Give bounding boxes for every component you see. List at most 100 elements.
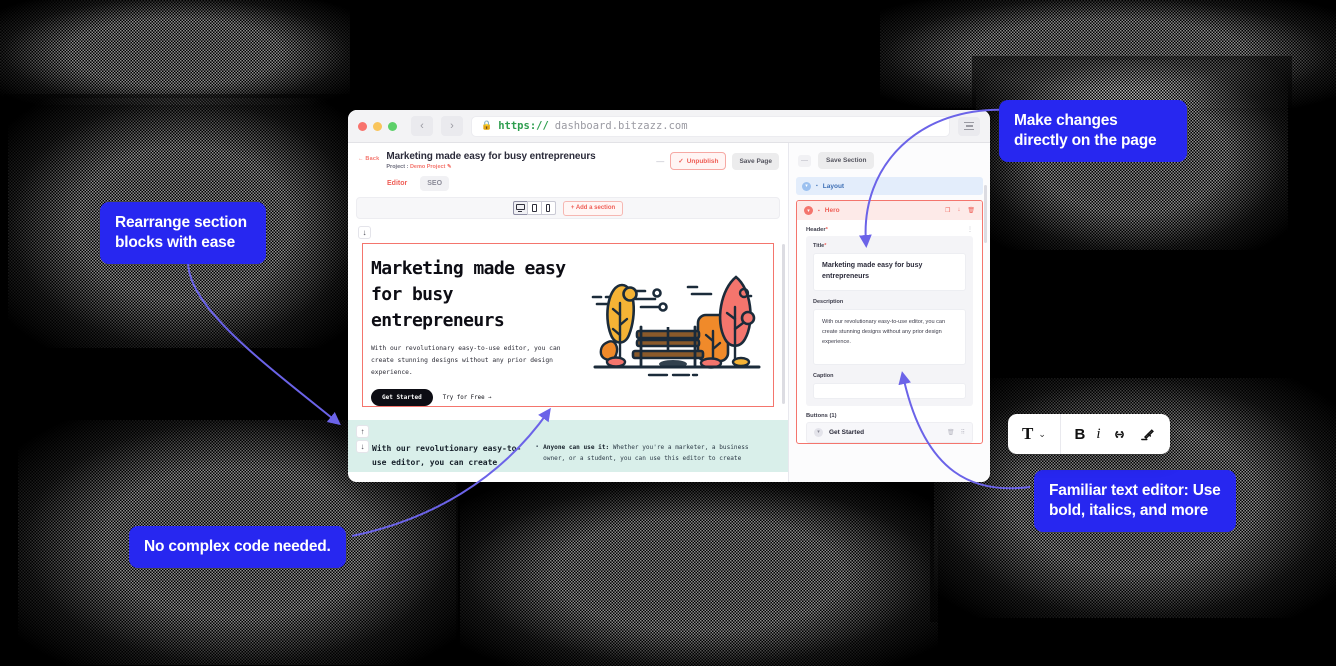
project-line: Project : Demo Project ✎ [386, 164, 595, 170]
header-field-label: Header* [806, 226, 828, 233]
title-label: Title* [813, 243, 827, 249]
plus-icon: + [570, 205, 575, 211]
more-options-icon[interactable]: ⋮ [967, 226, 973, 233]
tablet-view-button[interactable] [526, 201, 542, 215]
hamburger-menu-icon[interactable] [958, 116, 980, 136]
lock-icon: 🔒 [481, 121, 493, 131]
layout-accordion[interactable]: ▾ ▪ Layout [796, 177, 983, 195]
description-input[interactable]: With our revolutionary easy-to-use edito… [813, 308, 966, 365]
add-section-button[interactable]: + Add a section [562, 200, 624, 216]
callout-make-changes: Make changes directly on the page [999, 100, 1187, 162]
hero-card-title: Hero [824, 207, 840, 214]
layout-label: Layout [822, 182, 845, 190]
format-buttons: B i [1061, 426, 1170, 443]
inspector-header: — Save Section [789, 143, 990, 169]
hero-section-block[interactable]: Marketing made easy for busy entrepreneu… [362, 243, 774, 407]
highlighter-icon[interactable] [1139, 426, 1156, 443]
italic-button[interactable]: i [1096, 426, 1100, 443]
description-label: Description [813, 298, 844, 305]
text-style-icon: T [1022, 424, 1034, 443]
button-list-item[interactable]: ▾ Get Started 🗑 ⠿ [806, 421, 973, 443]
callout-no-code: No complex code needed. [129, 526, 346, 568]
hero-heading[interactable]: Marketing made easy for busy entrepreneu… [371, 256, 571, 334]
arrow-rearrange [187, 252, 341, 426]
section-move-up-button[interactable]: ↑ [356, 425, 369, 438]
buttons-group-label: Buttons (1) [806, 412, 837, 419]
hero-inspector-card: ▾ ▪ Hero ❐ ↓ 🗑 Header* ⋮ Title* Marketin… [796, 200, 983, 444]
drag-dot-icon: ▪ [818, 207, 820, 214]
tablet-icon [531, 204, 538, 212]
editor-tabs: Editor SEO [348, 170, 788, 191]
duplicate-icon[interactable]: ❐ [945, 207, 950, 214]
project-name[interactable]: Demo Project [410, 164, 445, 170]
delete-icon[interactable]: 🗑 [967, 207, 975, 214]
section-two-body: With our revolutionary easy-to-use edito… [348, 420, 788, 470]
browser-window: ‹ › 🔒 https:// dashboard.bitzazz.com ← Ba… [348, 110, 990, 482]
chevron-down-icon: ⌄ [1038, 428, 1046, 439]
page-canvas: ↓ Marketing made easy for busy entrepren… [348, 224, 788, 472]
browser-back-button[interactable]: ‹ [411, 116, 433, 136]
hero-move-down-button[interactable]: ↓ [358, 226, 371, 239]
chevron-down-icon[interactable]: ▾ [804, 206, 813, 215]
device-selector [512, 201, 556, 215]
delete-icon[interactable]: 🗑 [947, 429, 955, 436]
inspector-pane: — Save Section ▾ ▪ Layout ▾ ▪ Hero ❐ ↓ 🗑… [788, 143, 990, 482]
back-link[interactable]: ← Back [358, 156, 379, 162]
tab-editor[interactable]: Editor [380, 176, 414, 191]
hero-actions: Get Started Try for Free → [371, 389, 571, 407]
section-two-list: ▪ Anyone can use it: Whether you're a ma… [536, 442, 774, 470]
callout-familiar-editor: Familiar text editor: Use bold, italics,… [1034, 470, 1236, 532]
canvas-scrollbar[interactable] [782, 244, 785, 404]
hero-card-header[interactable]: ▾ ▪ Hero ❐ ↓ 🗑 [797, 201, 982, 220]
address-bar[interactable]: 🔒 https:// dashboard.bitzazz.com [471, 115, 950, 137]
mobile-view-button[interactable] [540, 201, 556, 215]
minimize-window-dot[interactable] [373, 121, 382, 131]
hero-description[interactable]: With our revolutionary easy-to-use edito… [371, 343, 571, 378]
title-input[interactable]: Marketing made easy for busy entrepreneu… [813, 253, 966, 291]
chevron-down-icon[interactable]: ▾ [802, 181, 811, 191]
unpublish-button[interactable]: ✓ Unpublish [670, 152, 727, 170]
window-controls[interactable] [358, 121, 397, 131]
button-item-label: Get Started [829, 428, 865, 436]
section-move-down-button[interactable]: ↓ [356, 440, 369, 453]
caption-label: Caption [813, 372, 834, 379]
close-window-dot[interactable] [358, 121, 367, 131]
drag-handle-icon[interactable]: ⠿ [961, 429, 965, 436]
section-two-list-item[interactable]: Anyone can use it: Whether you're a mark… [543, 442, 774, 470]
collapse-toggle[interactable]: — [656, 157, 664, 166]
canvas-toolbar: + Add a section [356, 197, 780, 219]
tab-seo[interactable]: SEO [420, 176, 450, 191]
chevron-down-icon[interactable]: ▾ [814, 427, 823, 437]
hero-text-column: Marketing made easy for busy entrepreneu… [363, 244, 581, 407]
text-style-selector[interactable]: T ⌄ [1008, 414, 1061, 454]
bullet-icon: ▪ [536, 444, 539, 450]
header-field-row: Header* ⋮ [797, 220, 982, 236]
park-bench [631, 325, 705, 367]
app-body: ← Back Marketing made easy for busy entr… [348, 143, 990, 482]
bold-button[interactable]: B [1074, 426, 1085, 443]
link-icon[interactable] [1111, 426, 1128, 443]
save-section-button[interactable]: Save Section [818, 152, 875, 169]
move-down-icon[interactable]: ↓ [957, 207, 960, 214]
list-item-lead: Anyone can use it: [543, 444, 610, 451]
maximize-window-dot[interactable] [388, 121, 397, 131]
section-two-heading[interactable]: With our revolutionary easy-to-use edito… [372, 442, 522, 470]
hero-cta-button[interactable]: Get Started [371, 389, 433, 407]
hero-secondary-link[interactable]: Try for Free → [443, 395, 492, 401]
caption-input[interactable] [813, 382, 966, 399]
check-icon: ✓ [678, 158, 684, 165]
save-page-button[interactable]: Save Page [732, 152, 779, 170]
inspector-scrollbar[interactable] [984, 185, 987, 243]
section-two-controls: ↑ ↓ [356, 425, 369, 453]
desktop-view-button[interactable] [512, 201, 528, 215]
inspector-collapse-button[interactable]: — [798, 154, 811, 167]
browser-forward-button[interactable]: › [441, 116, 463, 136]
drag-dot-icon: ▪ [816, 183, 818, 189]
edit-icon[interactable]: ✎ [447, 164, 452, 170]
page-title: Marketing made easy for busy entrepreneu… [386, 151, 596, 162]
section-two-block[interactable]: ↑ ↓ With our revolutionary easy-to-use e… [348, 420, 788, 472]
unpublish-label: Unpublish [686, 157, 719, 165]
mobile-icon [546, 204, 551, 212]
arrow-down-icon: ↓ [358, 226, 371, 239]
callout-rearrange-sections: Rearrange section blocks with ease [100, 202, 266, 264]
